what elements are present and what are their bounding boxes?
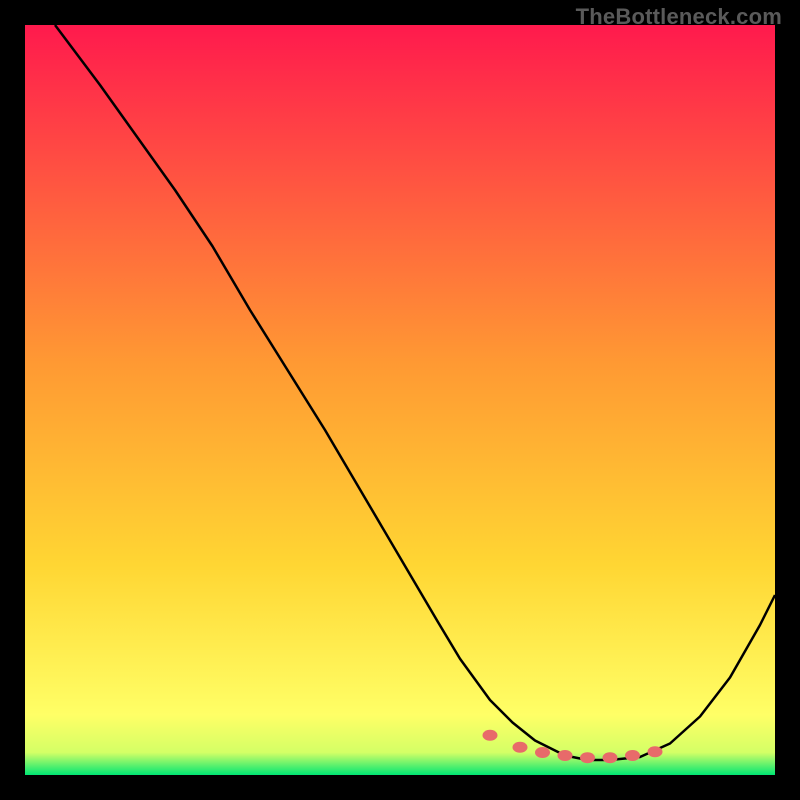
data-marker <box>625 750 640 761</box>
data-marker <box>580 752 595 763</box>
data-marker <box>513 742 528 753</box>
data-marker <box>558 750 573 761</box>
data-marker <box>483 730 498 741</box>
chart-svg <box>25 25 775 775</box>
data-marker <box>603 752 618 763</box>
chart-container: TheBottleneck.com <box>0 0 800 800</box>
plot-area <box>25 25 775 775</box>
data-marker <box>648 746 663 757</box>
data-marker <box>535 747 550 758</box>
